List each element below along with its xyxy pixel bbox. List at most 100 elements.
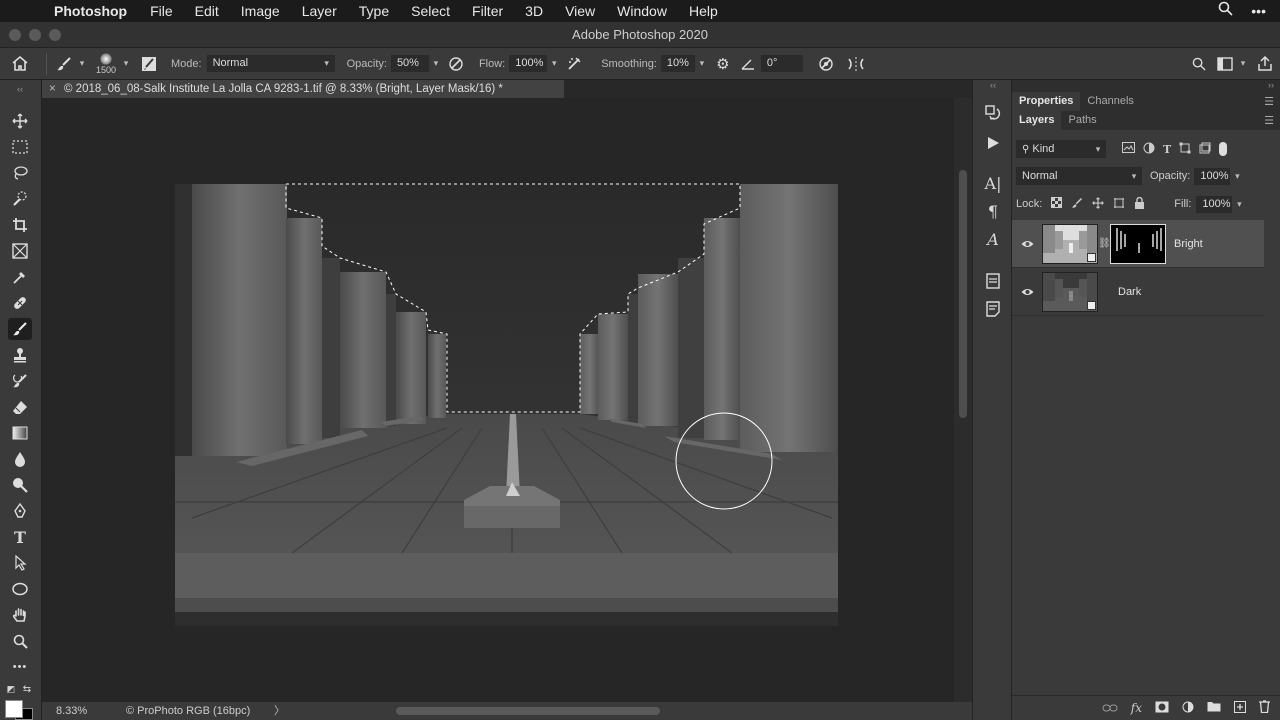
tab-properties[interactable]: Properties — [1012, 92, 1081, 111]
panel-menu-icon[interactable]: ☰ — [1264, 95, 1274, 108]
symmetry-icon[interactable] — [843, 56, 869, 72]
search-icon[interactable] — [1218, 0, 1233, 22]
quick-selection-tool-icon[interactable] — [8, 188, 32, 210]
hand-tool-icon[interactable] — [8, 604, 32, 626]
layer-name-bright[interactable]: Bright — [1174, 238, 1203, 250]
default-colors-icon[interactable]: ◩ — [4, 682, 18, 696]
layer-name-dark[interactable]: Dark — [1118, 286, 1141, 298]
chevron-down-icon[interactable]: ▾ — [695, 58, 709, 69]
adjustment-layer-icon[interactable] — [1182, 701, 1194, 716]
menu-view[interactable]: View — [554, 0, 606, 22]
link-layers-icon[interactable] — [1102, 701, 1118, 715]
fill-field[interactable]: 100% — [1196, 195, 1233, 213]
lock-pixels-icon[interactable] — [1071, 197, 1083, 212]
more-tools-icon[interactable]: ••• — [8, 656, 32, 678]
marquee-tool-icon[interactable] — [8, 136, 32, 158]
foreground-color-swatch[interactable] — [5, 700, 23, 718]
blur-tool-icon[interactable] — [8, 448, 32, 470]
path-selection-tool-icon[interactable] — [8, 552, 32, 574]
eye-icon[interactable] — [1012, 237, 1042, 251]
close-icon[interactable]: × — [49, 80, 56, 98]
trash-icon[interactable] — [1259, 700, 1270, 716]
minimize-window-icon[interactable] — [29, 29, 41, 41]
menu-3d[interactable]: 3D — [514, 0, 554, 22]
eyedropper-tool-icon[interactable] — [8, 266, 32, 288]
smoothing-field[interactable]: 10% — [660, 55, 695, 72]
brush-size-picker[interactable]: 1500 — [93, 52, 119, 75]
collapse-icon[interactable]: ›› — [1268, 80, 1274, 90]
lock-position-icon[interactable] — [1092, 196, 1104, 212]
collapse-icon[interactable]: ‹‹ — [8, 84, 32, 94]
chevron-down-icon[interactable]: ▾ — [75, 58, 89, 69]
canvas-area[interactable] — [42, 98, 954, 702]
search-icon[interactable] — [1184, 57, 1214, 71]
libraries-panel-icon[interactable] — [982, 270, 1004, 292]
vertical-scrollbar[interactable] — [954, 98, 972, 702]
menu-window[interactable]: Window — [606, 0, 678, 22]
ellipse-tool-icon[interactable] — [8, 578, 32, 600]
notes-panel-icon[interactable] — [982, 298, 1004, 320]
history-brush-tool-icon[interactable] — [8, 370, 32, 392]
filter-toggle-icon[interactable] — [1219, 142, 1228, 156]
menu-image[interactable]: Image — [230, 0, 291, 22]
glyphs-panel-icon[interactable]: A — [982, 228, 1004, 250]
folder-icon[interactable] — [1207, 701, 1221, 715]
expand-icon[interactable]: ‹‹ — [982, 80, 1004, 90]
close-window-icon[interactable] — [9, 29, 21, 41]
lock-all-icon[interactable] — [1134, 196, 1145, 212]
layer-thumbnail[interactable] — [1042, 223, 1098, 264]
move-tool-icon[interactable] — [8, 110, 32, 132]
filter-smart-object-icon[interactable] — [1199, 142, 1211, 157]
mode-dropdown[interactable]: Normal ▾ — [206, 55, 335, 72]
zoom-level[interactable]: 8.33% — [56, 702, 87, 720]
zoom-tool-icon[interactable] — [8, 630, 32, 652]
layer-row-dark[interactable]: Dark — [1012, 268, 1264, 316]
menu-filter[interactable]: Filter — [461, 0, 514, 22]
gradient-tool-icon[interactable] — [8, 422, 32, 444]
chevron-down-icon[interactable]: ▾ — [1232, 199, 1246, 210]
filter-shape-icon[interactable] — [1179, 142, 1191, 157]
layer-row-bright[interactable]: ⛓ Bright — [1012, 220, 1264, 268]
crop-tool-icon[interactable] — [8, 214, 32, 236]
actions-panel-icon[interactable] — [982, 132, 1004, 154]
document-tab[interactable]: × © 2018_06_08-Salk Institute La Jolla C… — [42, 80, 564, 98]
filter-type-icon[interactable]: T — [1163, 143, 1171, 156]
swap-colors-icon[interactable]: ⇆ — [20, 682, 34, 696]
flow-field[interactable]: 100% — [509, 55, 548, 72]
filter-kind-dropdown[interactable]: ⚲ Kind ▾ — [1016, 140, 1106, 158]
zoom-window-icon[interactable] — [49, 29, 61, 41]
menu-edit[interactable]: Edit — [184, 0, 230, 22]
filter-pixel-icon[interactable] — [1122, 142, 1135, 156]
blend-mode-dropdown[interactable]: Normal ▾ — [1016, 167, 1142, 185]
gear-icon[interactable]: ⚙ — [709, 55, 737, 73]
angle-field[interactable]: 0° — [760, 55, 803, 72]
chain-link-icon[interactable]: ⛓ — [1098, 238, 1111, 249]
layer-style-icon[interactable]: fx — [1131, 701, 1142, 715]
home-icon[interactable] — [0, 56, 40, 71]
panel-menu-icon[interactable]: ☰ — [1264, 114, 1274, 127]
chevron-down-icon[interactable]: ▾ — [1230, 171, 1244, 182]
lasso-tool-icon[interactable] — [8, 162, 32, 184]
dodge-tool-icon[interactable] — [8, 474, 32, 496]
pressure-size-icon[interactable] — [809, 56, 843, 72]
brush-tool-preset-icon[interactable] — [53, 56, 75, 72]
tab-channels[interactable]: Channels — [1080, 92, 1140, 111]
brush-tool-icon[interactable] — [8, 318, 32, 340]
more-icon[interactable]: ••• — [1251, 0, 1266, 22]
chevron-right-icon[interactable]: 〉 — [274, 702, 285, 720]
menu-app-name[interactable]: Photoshop — [52, 0, 139, 22]
layer-opacity-field[interactable]: 100% — [1194, 167, 1231, 185]
horizontal-scroll-thumb[interactable] — [396, 707, 660, 715]
pen-tool-icon[interactable] — [8, 500, 32, 522]
lock-transparency-icon[interactable] — [1051, 197, 1063, 211]
workspace-icon[interactable] — [1214, 56, 1236, 71]
add-mask-icon[interactable] — [1155, 701, 1169, 716]
layer-thumbnail[interactable] — [1042, 271, 1098, 312]
filter-adjustment-icon[interactable] — [1143, 142, 1155, 157]
eye-icon[interactable] — [1012, 285, 1042, 299]
paragraph-panel-icon[interactable]: ¶ — [982, 200, 1004, 222]
menu-file[interactable]: File — [139, 0, 184, 22]
chevron-down-icon[interactable]: ▾ — [1236, 58, 1250, 69]
character-panel-icon[interactable]: A| — [982, 172, 1004, 194]
type-tool-icon[interactable]: T — [8, 526, 32, 548]
